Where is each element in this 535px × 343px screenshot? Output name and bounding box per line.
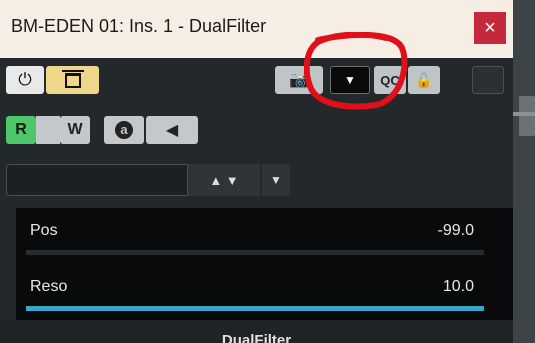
preset-nav-buttons[interactable]: ▲ ▼ xyxy=(188,164,260,196)
read-automation-button[interactable]: R xyxy=(6,116,36,144)
preset-name-field[interactable] xyxy=(6,164,188,196)
screen: BM-EDEN 01: Ins. 1 - DualFilter × ⏻ 📷 ▼ … xyxy=(0,0,535,343)
plugin-footer: DualFilter xyxy=(0,320,513,343)
parameter-row-pos[interactable]: Pos -99.0 xyxy=(26,208,484,264)
close-icon: × xyxy=(484,17,496,39)
parameter-value: -99.0 xyxy=(437,222,474,239)
parameter-name: Reso xyxy=(30,278,68,295)
window-title: BM-EDEN 01: Ins. 1 - DualFilter xyxy=(11,16,267,36)
parameter-name: Pos xyxy=(30,222,58,239)
lock-button[interactable]: 🔓 xyxy=(408,66,440,94)
parameter-slider-fill xyxy=(26,306,484,311)
write-label: W xyxy=(67,121,83,138)
bypass-icon xyxy=(61,69,84,88)
preset-dropdown-button[interactable]: ▼ xyxy=(330,66,370,94)
write-button-edge[interactable] xyxy=(36,116,60,144)
extra-toggle-button[interactable] xyxy=(472,66,504,94)
up-down-arrows-icon: ▲ ▼ xyxy=(209,172,239,188)
copy-setting-button[interactable]: ◀ xyxy=(146,116,198,144)
power-button[interactable]: ⏻ xyxy=(6,66,44,94)
host-scroll-handle[interactable] xyxy=(519,96,535,136)
parameter-row-reso[interactable]: Reso 10.0 xyxy=(26,264,484,320)
snapshot-button[interactable]: 📷 xyxy=(275,66,323,94)
qc-label: QC xyxy=(380,72,400,88)
title-bar[interactable]: BM-EDEN 01: Ins. 1 - DualFilter × xyxy=(0,0,513,58)
plugin-controls: ⏻ 📷 ▼ QC 🔓 R W a ◀ ▲ ▼ ▼ Pos -99.0 Reso … xyxy=(0,58,513,343)
bypass-button[interactable] xyxy=(46,66,99,94)
arrow-left-icon: ◀ xyxy=(165,122,179,139)
preset-menu-dropdown[interactable]: ▼ xyxy=(262,164,290,196)
write-automation-button[interactable]: W xyxy=(60,116,90,144)
a-b-compare-button[interactable]: a xyxy=(104,116,144,144)
power-icon: ⏻ xyxy=(18,70,32,89)
a-circle-icon: a xyxy=(115,121,133,139)
lock-icon: 🔓 xyxy=(415,71,433,88)
close-button[interactable]: × xyxy=(474,12,506,44)
host-background xyxy=(513,0,535,343)
plugin-name-label: DualFilter xyxy=(221,332,292,343)
chevron-down-icon: ▼ xyxy=(344,73,356,87)
chevron-down-icon: ▼ xyxy=(270,173,282,187)
read-label: R xyxy=(15,121,27,138)
quick-controls-button[interactable]: QC xyxy=(374,66,406,94)
plugin-window: BM-EDEN 01: Ins. 1 - DualFilter × ⏻ 📷 ▼ … xyxy=(0,0,513,343)
parameter-value: 10.0 xyxy=(442,278,474,295)
parameter-slider[interactable] xyxy=(26,306,484,311)
parameter-slider[interactable] xyxy=(26,250,484,255)
camera-icon: 📷 xyxy=(289,72,309,89)
host-divider xyxy=(513,112,535,116)
parameter-list: Pos -99.0 Reso 10.0 xyxy=(16,208,513,320)
